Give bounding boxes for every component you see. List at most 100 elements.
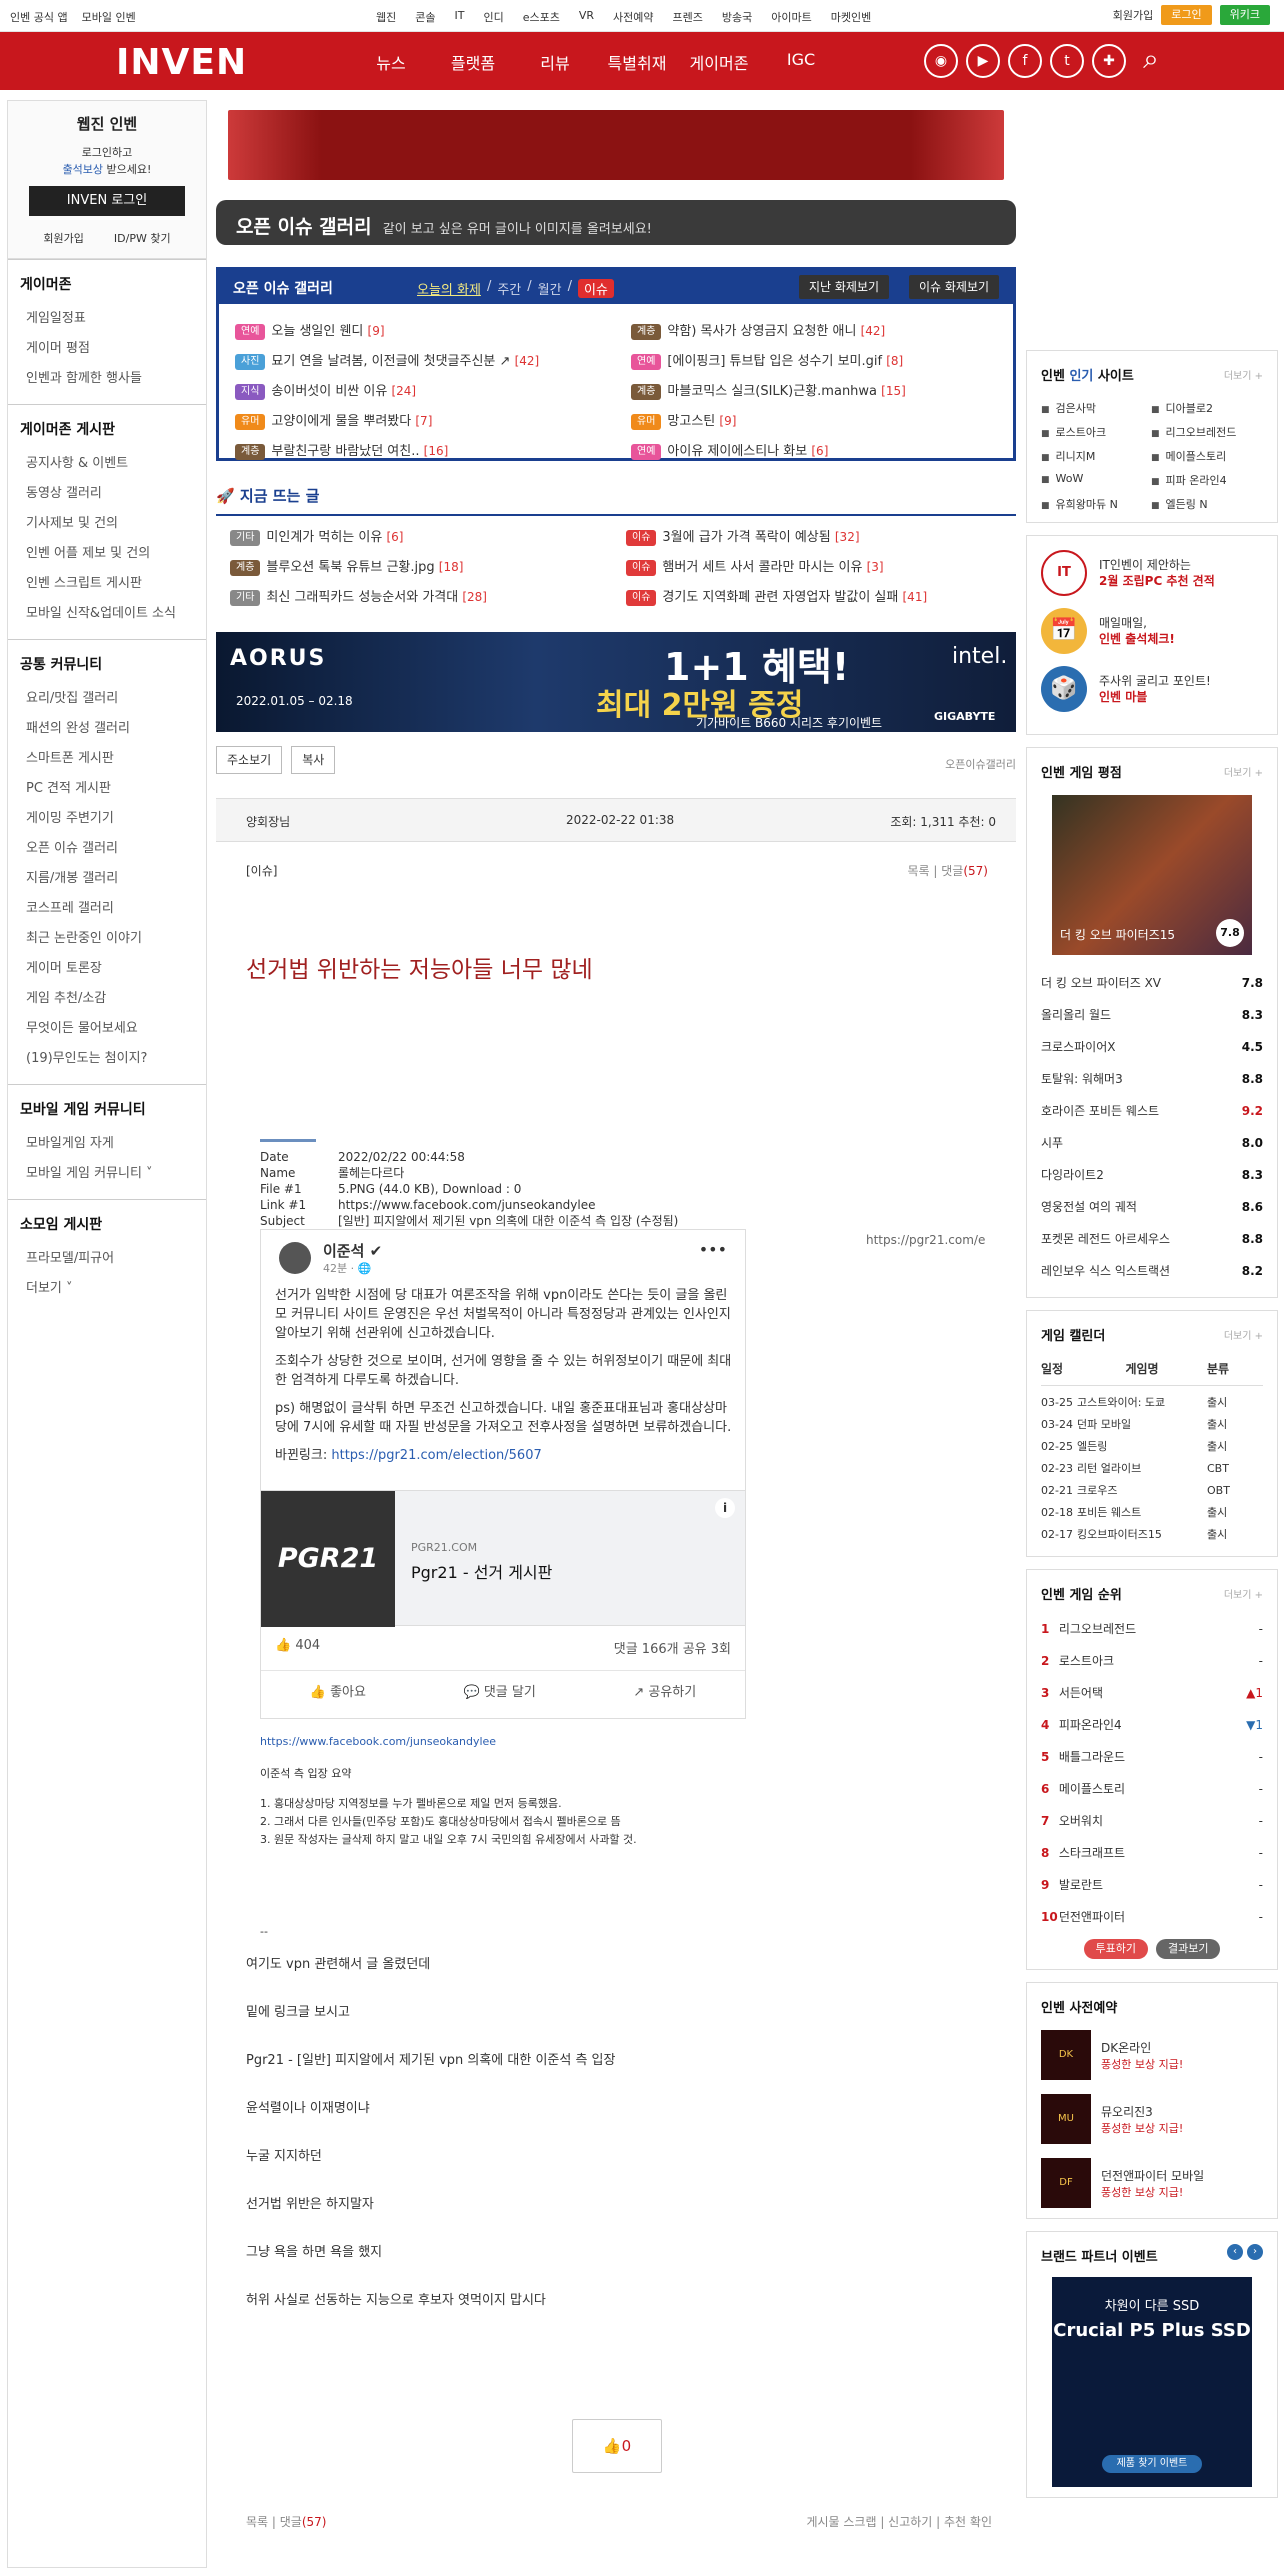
sidebar-item[interactable]: 모바일 게임 커뮤니티 ˅ <box>26 1159 206 1189</box>
more-link[interactable]: 더보기 + <box>1224 1327 1263 1342</box>
rank-row[interactable]: 4 피파온라인4 ▼1 <box>1041 1709 1263 1741</box>
calendar-row[interactable]: 02-23 리턴 얼라이브 CBT <box>1041 1458 1263 1480</box>
pre-item[interactable]: DK DK온라인 풍성한 보상 지급! <box>1041 2030 1263 2080</box>
sidebar-item[interactable]: 스마트폰 게시판 <box>26 744 206 774</box>
sidebar-login-button[interactable]: INVEN 로그인 <box>29 186 185 216</box>
list-item[interactable]: 이슈 3월에 급가 가격 폭락이 예상됨 [32] <box>626 522 1010 552</box>
top-nav-item[interactable]: 웹진 <box>376 9 396 25</box>
site-link[interactable]: 디아블로2 <box>1151 400 1261 416</box>
rank-row[interactable]: 6 메이플스토리 - <box>1041 1773 1263 1805</box>
sidebar-item[interactable]: PC 견적 게시판 <box>26 774 206 804</box>
top-nav-item[interactable]: 사전예약 <box>613 9 653 25</box>
rank-row[interactable]: 1 리그오브레전드 - <box>1041 1613 1263 1645</box>
sidebar-item[interactable]: 게이머 토론장 <box>26 954 206 984</box>
nav-platform[interactable]: 플랫폼 <box>432 50 514 74</box>
prev-icon[interactable]: ‹ <box>1227 2244 1243 2260</box>
top-nav-item[interactable]: VR <box>579 9 594 25</box>
list-item[interactable]: 연예 아이유 제이에스티나 화보 [6] <box>631 436 1015 466</box>
aorus-banner-ad[interactable]: AORUS 2022.01.05 – 02.18 1+1 혜택! 최대 2만원 … <box>216 632 1016 732</box>
rank-row[interactable]: 8 스타크래프트 - <box>1041 1837 1263 1869</box>
sidebar-item[interactable]: 인벤 어플 제보 및 건의 <box>26 539 206 569</box>
rating-row[interactable]: 크로스파이어X 4.5 <box>1041 1031 1263 1063</box>
list-item[interactable]: 계층 마블코믹스 실크(SILK)근황.manhwa [15] <box>631 376 1015 406</box>
breadcrumb[interactable]: 오픈이슈갤러리 <box>945 756 1016 772</box>
rank-row[interactable]: 5 배틀그라운드 - <box>1041 1741 1263 1773</box>
list-item[interactable]: 기타 최신 그래픽카드 성능순서와 가격대 [28] <box>230 582 614 612</box>
calendar-row[interactable]: 03-25 고스트와이어: 도쿄 출시 <box>1041 1392 1263 1414</box>
rating-row[interactable]: 영웅전설 여의 궤적 8.6 <box>1041 1191 1263 1223</box>
sidebar-item[interactable]: 코스프레 갤러리 <box>26 894 206 924</box>
list-item[interactable]: 지식 송이버섯이 비싼 이유 [24] <box>235 376 619 406</box>
promo-item[interactable]: 📅 매일매일, 인벤 출석체크! <box>1041 608 1263 654</box>
sidebar-item[interactable]: 게임일정표 <box>26 304 206 334</box>
sidebar-item[interactable]: 인벤과 함께한 행사들 <box>26 364 206 394</box>
rating-row[interactable]: 포켓몬 레전드 아르세우스 8.8 <box>1041 1223 1263 1255</box>
sidebar-item[interactable]: 최근 논란중인 이야기 <box>26 924 206 954</box>
pre-item[interactable]: DF 던전앤파이터 모바일 풍성한 보상 지급! <box>1041 2158 1263 2208</box>
issue-topics-button[interactable]: 이슈 화제보기 <box>909 275 1000 299</box>
next-icon[interactable]: › <box>1247 2244 1263 2260</box>
sidebar-item[interactable]: 기사제보 및 건의 <box>26 509 206 539</box>
app-link[interactable]: 인벤 공식 앱 <box>10 9 68 25</box>
list-item[interactable]: 계층 약함) 목사가 상영금지 요청한 애니 [42] <box>631 316 1015 346</box>
list-item[interactable]: 이슈 경기도 지역화폐 관련 자영업자 발값이 실패 [41] <box>626 582 1010 612</box>
top-nav-item[interactable]: IT <box>455 9 465 25</box>
site-link[interactable]: 리그오브레전드 <box>1151 424 1261 440</box>
site-link[interactable]: 검은사막 <box>1041 400 1151 416</box>
sidebar-item[interactable]: 모바일 신작&업데이트 소식 <box>26 599 206 629</box>
rating-row[interactable]: 레인보우 식스 익스트랙션 8.2 <box>1041 1255 1263 1287</box>
list-item[interactable]: 연예 [에이핑크] 튜브탑 입은 성수기 보미.gif [8] <box>631 346 1015 376</box>
list-item[interactable]: 사진 묘기 연을 날려봄, 이전글에 첫댓글주신분 ↗ [42] <box>235 346 619 376</box>
crucial-ad[interactable]: 차원이 다른 SSD Crucial P5 Plus SSD 제품 찾기 이벤트 <box>1052 2277 1252 2487</box>
list-item[interactable]: 유머 고양이에게 물을 뿌려봤다 [7] <box>235 406 619 436</box>
calendar-row[interactable]: 02-17 킹오브파이터즈15 출시 <box>1041 1524 1263 1546</box>
sidebar-item[interactable]: 인벤 스크립트 게시판 <box>26 569 206 599</box>
result-button[interactable]: 결과보기 <box>1156 1939 1221 1959</box>
tab-today[interactable]: 오늘의 화제 <box>417 279 481 298</box>
address-button[interactable]: 주소보기 <box>216 746 283 774</box>
list-item[interactable]: 기타 미인계가 먹히는 이유 [6] <box>230 522 614 552</box>
rank-row[interactable]: 2 로스트아크 - <box>1041 1645 1263 1677</box>
pre-item[interactable]: MU 뮤오리진3 풍성한 보상 지급! <box>1041 2094 1263 2144</box>
top-nav-item[interactable]: 아이마트 <box>771 9 811 25</box>
tab-weekly[interactable]: 주간 <box>497 279 521 298</box>
vote-button[interactable]: 투표하기 <box>1083 1939 1148 1959</box>
sidebar-item[interactable]: 패션의 완성 갤러리 <box>26 714 206 744</box>
sidebar-item[interactable]: 공지사항 & 이벤트 <box>26 449 206 479</box>
top-nav-item[interactable]: 콘솔 <box>415 9 435 25</box>
sidebar-item[interactable]: 더보기 ˅ <box>26 1274 206 1304</box>
rating-row[interactable]: 호라이즌 포비든 웨스트 9.2 <box>1041 1095 1263 1127</box>
rank-row[interactable]: 9 발로란트 - <box>1041 1869 1263 1901</box>
twitter-icon[interactable]: t <box>1050 44 1084 78</box>
attendance-link[interactable]: 출석보상 <box>63 163 103 176</box>
tab-monthly[interactable]: 월간 <box>538 279 562 298</box>
list-item[interactable]: 계층 부랄친구랑 바람났던 여친.. [16] <box>235 436 619 466</box>
facebook-icon[interactable]: f <box>1008 44 1042 78</box>
past-topics-button[interactable]: 지난 화제보기 <box>799 275 890 299</box>
site-link[interactable]: 피파 온라인4 <box>1151 472 1261 488</box>
rating-row[interactable]: 더 킹 오브 파이터즈 XV 7.8 <box>1041 967 1263 999</box>
site-link[interactable]: WoW <box>1041 472 1151 488</box>
top-nav-item[interactable]: 마켓인벤 <box>831 9 871 25</box>
list-item[interactable]: 계층 블루오션 톡북 유튜브 근황.jpg [18] <box>230 552 614 582</box>
login-button[interactable]: 로그인 <box>1161 5 1212 25</box>
nav-news[interactable]: 뉴스 <box>350 50 432 74</box>
rank-row[interactable]: 7 오버워치 - <box>1041 1805 1263 1837</box>
rank-row[interactable]: 10 던전앤파이터 - <box>1041 1901 1263 1933</box>
rating-row[interactable]: 다잉라이트2 8.3 <box>1041 1159 1263 1191</box>
calendar-row[interactable]: 03-24 던파 모바일 출시 <box>1041 1414 1263 1436</box>
sidebar-item[interactable]: 오픈 이슈 갤러리 <box>26 834 206 864</box>
nav-igc[interactable]: IGC <box>760 50 842 74</box>
site-link[interactable]: 유희왕마듀 N <box>1041 496 1151 512</box>
nav-special[interactable]: 특별취재 <box>596 50 678 74</box>
top-nav-item[interactable]: 방송국 <box>722 9 752 25</box>
sidebar-item[interactable]: 게이머 평점 <box>26 334 206 364</box>
youtube-icon[interactable]: ▶ <box>966 44 1000 78</box>
calendar-row[interactable]: 02-25 엘든링 출시 <box>1041 1436 1263 1458</box>
site-link[interactable]: 메이플스토리 <box>1151 448 1261 464</box>
sidebar-item[interactable]: 프라모델/피규어 <box>26 1244 206 1274</box>
nav-review[interactable]: 리뷰 <box>514 50 596 74</box>
rating-row[interactable]: 시푸 8.0 <box>1041 1127 1263 1159</box>
list-item[interactable]: 연예 오늘 생일인 웬디 [9] <box>235 316 619 346</box>
search-icon[interactable]: ⌕ <box>1134 44 1168 78</box>
